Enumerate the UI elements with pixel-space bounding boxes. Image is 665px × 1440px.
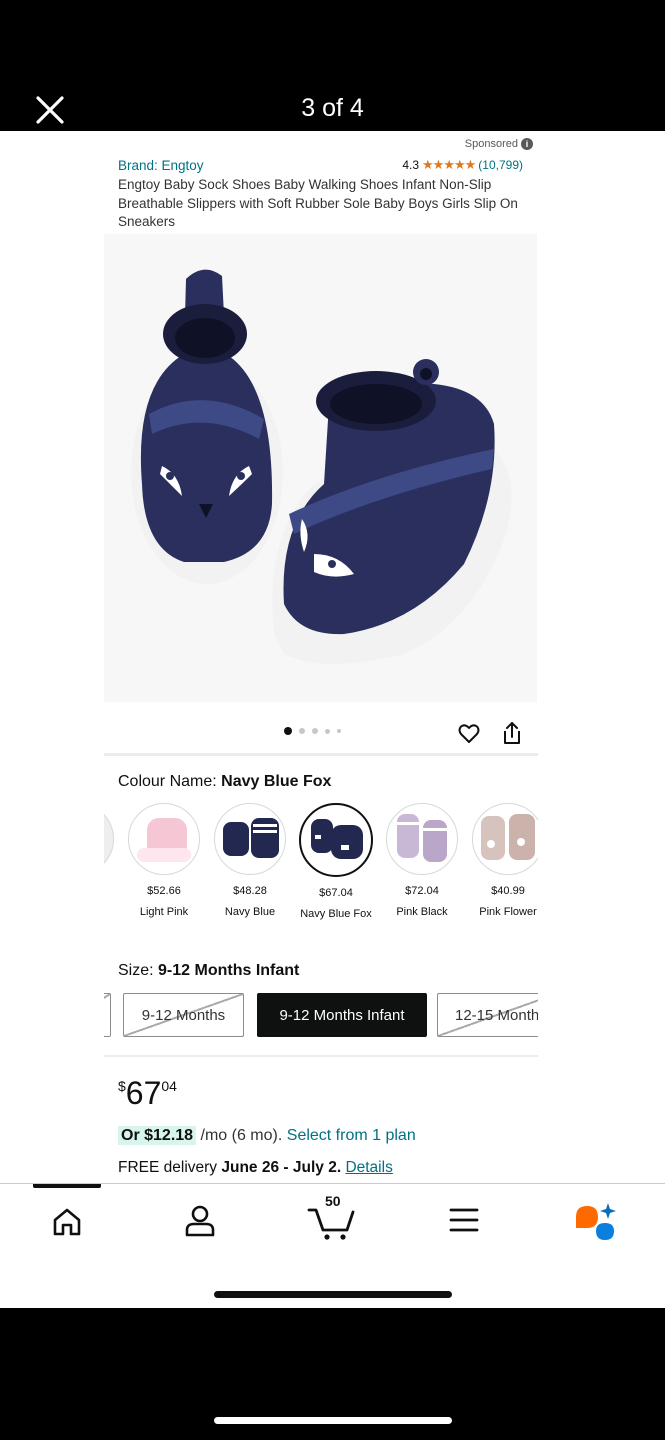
swatch-image (472, 803, 538, 875)
cart-button[interactable]: 50 (307, 1193, 357, 1242)
swatch-name: Navy Blue (224, 906, 276, 918)
cart-count: 50 (325, 1193, 341, 1209)
swatch-image (299, 803, 373, 877)
home-indicator (214, 1291, 452, 1298)
select-plan-link[interactable]: Select from 1 plan (287, 1127, 416, 1144)
swatch-name: Light Pink (139, 906, 189, 918)
colour-swatch[interactable]: $72.04 Pink Black (378, 801, 466, 918)
image-counter: 3 of 4 (301, 94, 364, 122)
colour-swatch[interactable]: $67.04 Navy Blue Fox (292, 801, 380, 920)
pagination-dot[interactable] (284, 727, 292, 735)
sponsored-text: Sponsored (464, 138, 518, 150)
colour-name-label: Colour Name: Navy Blue Fox (118, 773, 331, 791)
swatch-price: $72.04 (405, 885, 439, 897)
left-shoe-graphic (131, 269, 283, 584)
heart-icon[interactable] (457, 721, 481, 745)
swatch-image (386, 803, 458, 875)
product-image[interactable] (104, 234, 537, 702)
monthly-badge: Or $12.18 (118, 1126, 197, 1145)
monthly-amount: Or $12.18 (121, 1127, 194, 1144)
delivery-info: FREE delivery June 26 - July 2. Details (118, 1159, 393, 1177)
baby-shoes-image (131, 269, 512, 664)
size-label-text: Size: (118, 962, 154, 979)
price-fraction: 04 (161, 1078, 177, 1094)
delivery-prefix: FREE delivery (118, 1159, 218, 1176)
size-option-partial[interactable] (104, 993, 111, 1037)
price: $ 67 04 (118, 1076, 177, 1110)
rufus-assistant-icon[interactable] (574, 1201, 616, 1241)
financing-offer: Or $12.18 /mo (6 mo). Select from 1 plan (118, 1126, 416, 1145)
rating-value: 4.3 (402, 158, 420, 172)
swatch-image (104, 803, 114, 875)
delivery-dates: June 26 - July 2. (221, 1159, 342, 1176)
section-divider (104, 1055, 538, 1057)
brand-link[interactable]: Brand: Engtoy (118, 158, 204, 173)
swatch-image (128, 803, 200, 875)
monthly-term: /mo (6 mo). (200, 1127, 283, 1144)
price-whole: 67 (125, 1075, 162, 1111)
gallery-pagination[interactable] (284, 727, 341, 735)
info-icon[interactable]: i (521, 138, 533, 150)
size-label: Size: 9-12 Months Infant (118, 962, 299, 980)
account-icon[interactable] (183, 1203, 217, 1237)
review-count[interactable]: (10,799) (478, 158, 523, 172)
size-option-carousel[interactable]: 9-12 Months 9-12 Months Infant 12-15 Month… (104, 992, 538, 1042)
pagination-dot[interactable] (312, 728, 318, 734)
swatch-name: Pink Black (396, 906, 448, 918)
colour-label-text: Colour Name: (118, 773, 217, 790)
pagination-dot[interactable] (325, 728, 330, 734)
size-selected-value: 9-12 Months Infant (158, 962, 300, 979)
colour-selected-value: Navy Blue Fox (221, 773, 332, 790)
swatch-price: $48.28 (233, 885, 267, 897)
home-icon[interactable] (51, 1205, 83, 1237)
size-option[interactable]: 9-12 Months Infant (257, 993, 427, 1037)
delivery-details-link[interactable]: Details (345, 1159, 392, 1176)
swatch-price: $67.04 (319, 887, 353, 899)
viewer-topbar: 3 of 4 (0, 0, 665, 131)
size-option[interactable]: 12-15 Months (437, 993, 538, 1037)
home-indicator (214, 1417, 452, 1424)
menu-icon[interactable] (449, 1207, 479, 1233)
share-icon[interactable] (500, 720, 524, 746)
star-rating-icon: ★★★★★ (422, 157, 476, 172)
rating-summary[interactable]: 4.3 ★★★★★ (10,799) (402, 157, 523, 173)
section-divider (104, 753, 538, 756)
swatch-name: Navy Blue Fox (300, 908, 372, 920)
swatch-price: $52.66 (147, 885, 181, 897)
price-symbol: $ (118, 1078, 126, 1094)
swatch-price: $40.99 (491, 885, 525, 897)
swatch-image (214, 803, 286, 875)
sponsored-label[interactable]: Sponsored i (465, 138, 533, 150)
colour-swatch[interactable]: $52.66 Light Pink (120, 801, 208, 918)
size-option[interactable]: 9-12 Months (123, 993, 244, 1037)
colour-swatch[interactable]: $40.99 Pink Flower (464, 801, 538, 918)
product-sheet: Sponsored i Brand: Engtoy 4.3 ★★★★★ (10,… (0, 131, 665, 1308)
right-shoe-graphic (272, 359, 512, 664)
pagination-dot[interactable] (299, 728, 305, 734)
colour-swatch[interactable]: $48.28 Navy Blue (206, 801, 294, 918)
colour-swatch-carousel[interactable]: $52.66 Light Pink $48.28 Navy Blue $67.04 Nav… (104, 801, 538, 941)
bottom-nav-bar: 50 (0, 1183, 665, 1308)
swatch-name: Pink Flower (479, 906, 537, 918)
nav-active-indicator (33, 1184, 101, 1188)
pagination-dot[interactable] (337, 729, 341, 733)
product-title[interactable]: Engtoy Baby Sock Shoes Baby Walking Shoe… (118, 176, 528, 232)
